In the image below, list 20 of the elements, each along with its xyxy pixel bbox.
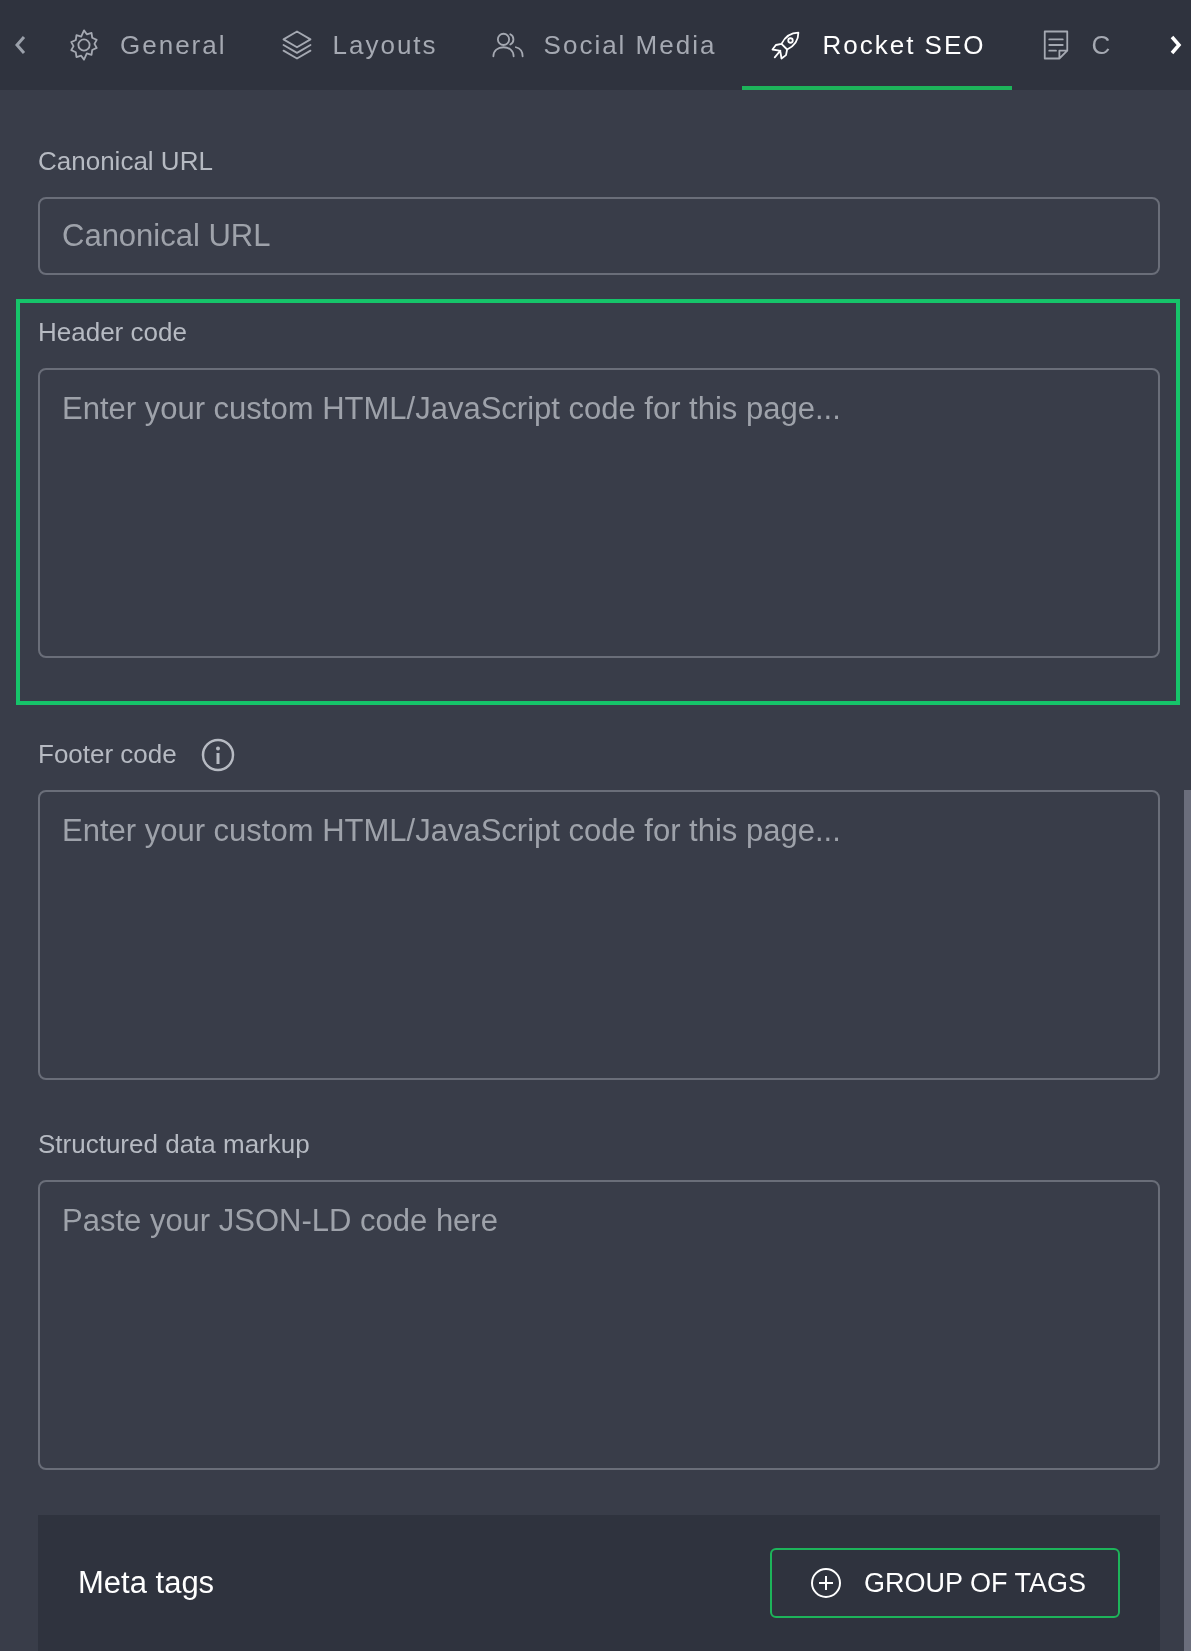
- tab[interactable]: General: [40, 0, 253, 90]
- code-field[interactable]: Enter your custom HTML/JavaScript code for this page...: [38, 790, 1160, 1080]
- field-label: Header code: [38, 316, 187, 349]
- info-icon[interactable]: [200, 737, 235, 772]
- tab[interactable]: Rocket SEO: [742, 0, 1012, 90]
- section-title: Meta tags: [78, 1563, 215, 1602]
- chevron-right-icon: [1169, 34, 1183, 56]
- url-field[interactable]: Canonical URL: [38, 197, 1160, 275]
- scrollbar[interactable]: [1184, 790, 1191, 1651]
- code-field[interactable]: Enter your custom HTML/JavaScript code for this page...: [38, 368, 1160, 658]
- tab[interactable]: Social Media: [463, 0, 743, 90]
- plus-circle-icon: [809, 1567, 842, 1599]
- field-label: Footer code: [38, 738, 177, 771]
- add-group-button[interactable]: GROUP OF TAGS: [769, 1548, 1120, 1618]
- code-field[interactable]: Paste your JSON-LD code here: [38, 1180, 1160, 1470]
- chevron-left-icon: [13, 34, 27, 56]
- tab[interactable]: Layouts: [252, 0, 464, 90]
- field-label: Structured data markup: [38, 1128, 310, 1161]
- field-label: Canonical URL: [38, 145, 213, 178]
- tab[interactable]: C: [1011, 0, 1139, 90]
